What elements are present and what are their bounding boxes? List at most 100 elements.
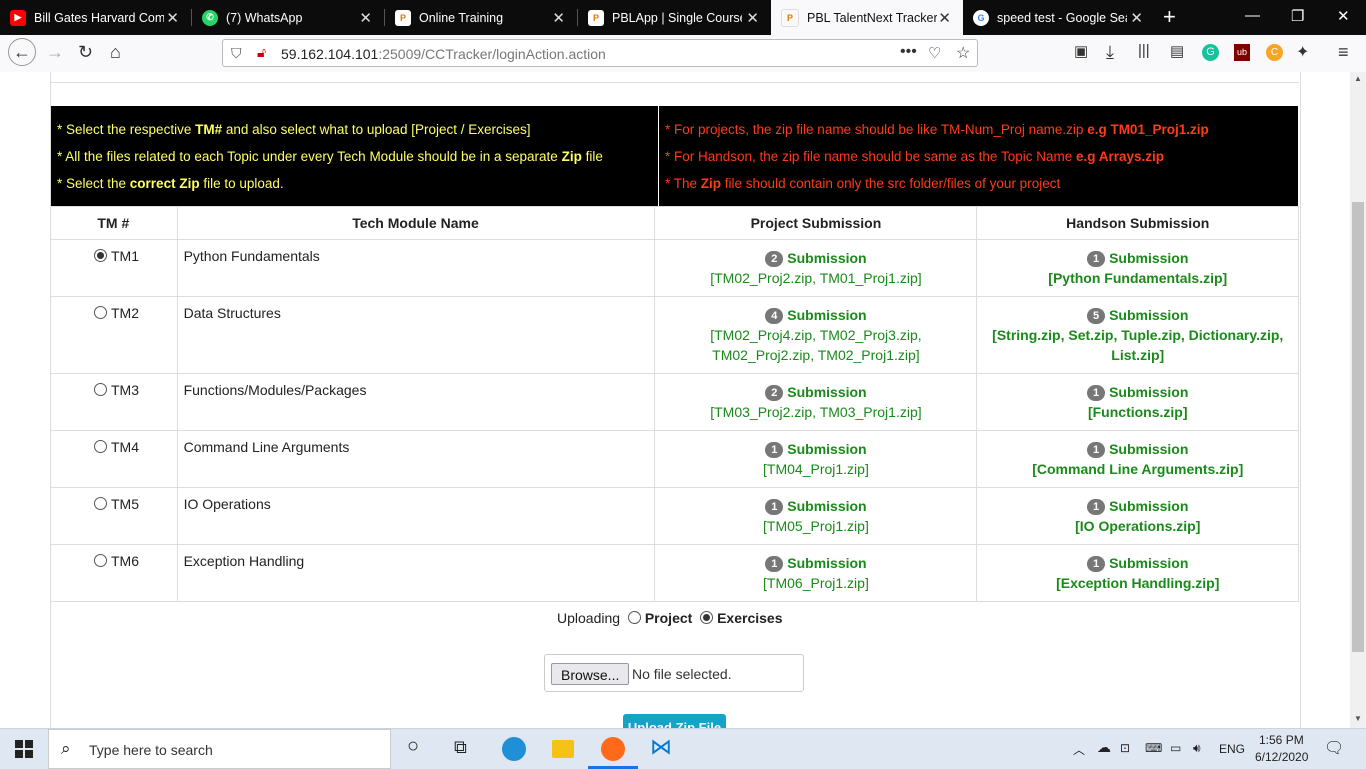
coupon-extension-icon[interactable]: C — [1266, 44, 1283, 61]
submission-label: Submission — [787, 307, 867, 323]
project-submission-cell: 1 Submission [TM06_Proj1.zip] — [654, 544, 978, 602]
tm-radio[interactable] — [94, 249, 107, 262]
tm-cell: TM6 — [50, 544, 178, 602]
scrollbar-thumb[interactable] — [1352, 202, 1364, 652]
sidebar-icon[interactable]: ▤ — [1170, 42, 1184, 60]
exercises-radio[interactable] — [700, 611, 714, 624]
restore-icon[interactable]: ❐ — [1291, 7, 1304, 25]
tm-label: TM5 — [111, 496, 139, 512]
upload-zip-button[interactable]: Upload Zip File — [623, 714, 726, 728]
grammarly-icon[interactable]: G — [1202, 44, 1219, 61]
submission-count-badge: 1 — [1087, 385, 1106, 401]
divider — [50, 82, 1299, 83]
keyboard-icon[interactable]: ⌨ — [1145, 741, 1162, 755]
firefox-icon[interactable] — [601, 737, 625, 761]
page-scrollbar[interactable]: ▲ ▼ — [1350, 72, 1366, 728]
submission-count-badge: 2 — [765, 385, 784, 401]
tab-title: (7) WhatsApp — [226, 10, 303, 25]
notification-icon[interactable]: 🗨︎ — [1324, 738, 1344, 758]
volume-icon[interactable]: 🔊︎ — [1193, 741, 1201, 756]
project-submission-cell: 2 Submission [TM02_Proj2.zip, TM01_Proj1.z… — [654, 239, 978, 297]
clock-time[interactable]: 1:56 PM — [1259, 733, 1304, 747]
cortana-icon[interactable]: ○ — [407, 735, 419, 758]
task-view-icon[interactable]: ⧉ — [454, 737, 467, 758]
reload-icon[interactable]: ↻ — [78, 42, 93, 63]
pbl-icon: P — [395, 9, 411, 26]
bookmark-star-icon[interactable]: ☆ — [956, 43, 970, 63]
tm-radio[interactable] — [94, 383, 107, 396]
extension-icon[interactable]: ✦ — [1296, 42, 1309, 62]
exercises-option-label[interactable]: Exercises — [717, 610, 782, 626]
ublock-icon[interactable]: ub — [1234, 44, 1250, 61]
close-tab-icon[interactable]: ✕ — [1130, 9, 1143, 27]
close-tab-icon[interactable]: ✕ — [746, 9, 759, 27]
tm-radio[interactable] — [94, 554, 107, 567]
url-bar[interactable]: ⛉ 🔓︎ 59.162.104.101:25009/CCTracker/logi… — [222, 39, 978, 67]
uploading-label: Uploading — [557, 610, 621, 626]
url-text[interactable]: 59.162.104.101:25009/CCTracker/loginActi… — [281, 46, 606, 62]
scroll-up-icon[interactable]: ▲ — [1354, 74, 1362, 83]
tab-pblapp[interactable]: P PBLApp | Single Course ✕ — [578, 0, 771, 35]
instruction-line: * For projects, the zip file name should… — [665, 122, 1209, 137]
windows-start-icon[interactable] — [15, 740, 33, 758]
close-tab-icon[interactable]: ✕ — [552, 9, 565, 27]
pocket-icon[interactable]: ♡ — [928, 44, 941, 62]
project-radio[interactable] — [627, 611, 641, 624]
tab-pbl-tracker[interactable]: P PBL TalentNext Tracker ✕ — [771, 0, 963, 35]
new-tab-icon[interactable]: + — [1163, 4, 1176, 30]
scroll-down-icon[interactable]: ▼ — [1354, 714, 1362, 723]
submission-count-badge: 1 — [1087, 251, 1106, 267]
chevron-up-icon[interactable]: ︿ — [1073, 741, 1085, 758]
module-name: Command Line Arguments — [176, 430, 656, 488]
minimize-icon[interactable]: — — [1245, 7, 1260, 24]
file-explorer-icon[interactable] — [552, 740, 574, 758]
url-host: 59.162.104.101 — [281, 46, 379, 62]
instruction-line: * The Zip file should contain only the s… — [665, 176, 1061, 191]
tm-radio[interactable] — [94, 497, 107, 510]
edge-icon[interactable] — [502, 737, 526, 761]
tab-online-training[interactable]: P Online Training ✕ — [385, 0, 577, 35]
submission-count-badge: 1 — [765, 499, 784, 515]
tab-whatsapp[interactable]: ✆ (7) WhatsApp ✕ — [192, 0, 384, 35]
column-header: Handson Submission — [976, 206, 1299, 240]
language-indicator[interactable]: ENG — [1219, 742, 1245, 756]
table-row: TM6 Exception Handling 1 Submission [TM06_… — [50, 544, 1299, 602]
reader-view-icon[interactable]: ▣ — [1074, 42, 1088, 60]
library-icon[interactable]: ||| — [1138, 42, 1150, 59]
home-icon[interactable]: ⌂ — [110, 42, 121, 63]
close-window-icon[interactable]: ✕ — [1337, 7, 1350, 25]
insecure-lock-icon[interactable]: 🔓︎ — [257, 44, 266, 61]
submission-count-badge: 1 — [1087, 556, 1106, 572]
browse-button[interactable]: Browse... — [551, 663, 630, 685]
tm-cell: TM2 — [50, 296, 178, 374]
cloud-icon[interactable]: ☁ — [1097, 739, 1111, 756]
handson-files: [IO Operations.zip] — [1075, 518, 1201, 534]
instructions-left: * Select the respective TM# and also sel… — [51, 106, 658, 206]
project-files: [TM03_Proj2.zip, TM03_Proj1.zip] — [710, 404, 922, 420]
clock-date[interactable]: 6/12/2020 — [1255, 750, 1308, 764]
close-tab-icon[interactable]: ✕ — [166, 9, 179, 27]
submission-count-badge: 1 — [1087, 442, 1106, 458]
module-name: Functions/Modules/Packages — [176, 373, 656, 431]
submission-label: Submission — [787, 498, 867, 514]
download-icon[interactable]: ⤓ — [1106, 42, 1114, 63]
file-input[interactable]: Browse... No file selected. — [544, 654, 804, 692]
close-tab-icon[interactable]: ✕ — [359, 9, 372, 27]
taskbar-search-box[interactable]: ⌕ Type here to search — [48, 729, 391, 769]
instruction-line: * Select the respective TM# and also sel… — [57, 122, 531, 137]
close-tab-icon[interactable]: ✕ — [938, 9, 951, 27]
forward-arrow-icon[interactable]: → — [46, 42, 64, 63]
tab-youtube[interactable]: ▶ Bill Gates Harvard Comm ✕ — [0, 0, 191, 35]
vscode-icon[interactable]: ⋈ — [650, 734, 672, 760]
shield-icon[interactable]: ⛉ — [231, 45, 242, 62]
back-arrow-icon[interactable]: ← — [8, 38, 36, 66]
project-option-label[interactable]: Project — [645, 610, 692, 626]
network-icon[interactable]: ⊡ — [1120, 741, 1130, 755]
page-actions-icon[interactable]: ••• — [900, 43, 917, 61]
tab-speed-test[interactable]: G speed test - Google Searc ✕ — [963, 0, 1155, 35]
tm-radio[interactable] — [94, 306, 107, 319]
menu-icon[interactable]: ≡ — [1338, 42, 1349, 63]
tm-radio[interactable] — [94, 440, 107, 453]
display-icon[interactable]: ▭ — [1170, 741, 1181, 755]
submission-count-badge: 1 — [765, 556, 784, 572]
